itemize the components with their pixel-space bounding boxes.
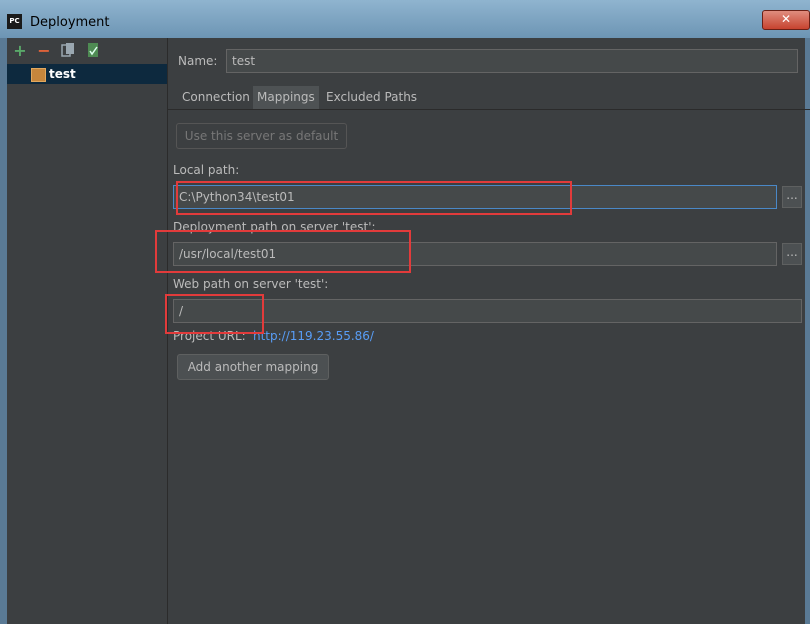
server-list-panel bbox=[7, 38, 168, 624]
title-bar: PC Deployment ✕ bbox=[0, 0, 810, 38]
add-icon[interactable]: + bbox=[12, 42, 28, 60]
use-as-default-button[interactable]: Use this server as default bbox=[176, 123, 347, 149]
server-label: test bbox=[49, 67, 76, 81]
local-path-label: Local path: bbox=[173, 163, 240, 177]
local-path-browse-button[interactable]: ... bbox=[782, 186, 802, 208]
remove-icon[interactable]: − bbox=[36, 42, 52, 60]
window-title: Deployment bbox=[30, 15, 110, 30]
tab-mappings[interactable]: Mappings bbox=[253, 86, 319, 110]
tab-divider bbox=[168, 109, 810, 110]
deployment-path-browse-button[interactable]: ... bbox=[782, 243, 802, 265]
set-default-icon[interactable] bbox=[85, 42, 101, 60]
add-another-mapping-button[interactable]: Add another mapping bbox=[177, 354, 329, 380]
project-url-link[interactable]: http://119.23.55.86/ bbox=[253, 329, 374, 343]
web-path-input[interactable]: / bbox=[173, 299, 802, 323]
tab-excluded-paths[interactable]: Excluded Paths bbox=[322, 86, 421, 110]
server-list-item-test[interactable]: test bbox=[7, 64, 167, 84]
close-button[interactable]: ✕ bbox=[762, 10, 810, 30]
highlight-box-deployment-path bbox=[155, 230, 411, 273]
window-left-frame bbox=[0, 38, 7, 624]
window-right-frame bbox=[805, 38, 810, 624]
copy-icon[interactable] bbox=[60, 42, 76, 60]
sftp-server-icon bbox=[31, 68, 46, 82]
web-path-label: Web path on server 'test': bbox=[173, 277, 329, 291]
highlight-box-local-path bbox=[176, 181, 572, 215]
name-input[interactable]: test bbox=[226, 49, 798, 73]
name-label: Name: bbox=[178, 54, 218, 68]
tab-connection[interactable]: Connection bbox=[178, 86, 254, 110]
pycharm-app-icon: PC bbox=[7, 14, 22, 29]
highlight-box-web-path bbox=[165, 294, 264, 334]
